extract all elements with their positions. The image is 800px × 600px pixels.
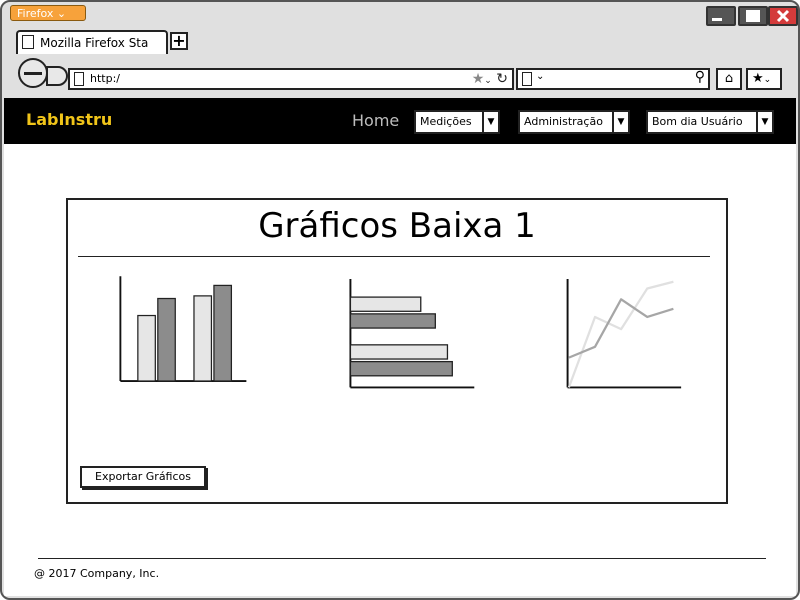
dropdown-label: Medições: [420, 115, 472, 128]
minimize-icon: [712, 18, 722, 21]
dropdown-label: Bom dia Usuário: [652, 115, 743, 128]
export-charts-button[interactable]: Exportar Gráficos: [80, 466, 206, 488]
back-arrow-icon: [24, 72, 42, 75]
nav-home-link[interactable]: Home: [352, 111, 399, 130]
bar: [137, 314, 156, 382]
bar: [349, 344, 449, 360]
tab-title: Mozilla Firefox Sta: [40, 36, 149, 50]
minimize-button[interactable]: [706, 6, 736, 26]
footer-divider: [38, 558, 766, 559]
maximize-icon: [746, 10, 760, 22]
plus-icon: +: [172, 31, 186, 50]
page-icon: [74, 72, 84, 86]
dropdown-label: Administração: [524, 115, 603, 128]
nav-dropdown-medicoes[interactable]: Medições ▼: [414, 110, 500, 134]
chevron-down-icon: ⌄: [763, 75, 772, 85]
line-chart: [566, 279, 682, 389]
dropdown-arrow-icon: ▼: [756, 112, 772, 132]
bar: [349, 313, 436, 329]
brand-logo[interactable]: LabInstru: [26, 110, 112, 129]
search-engine-icon[interactable]: [522, 72, 532, 86]
chevron-down-icon: ⌄: [56, 7, 67, 20]
horizontal-bar-chart: [349, 279, 475, 389]
search-bar[interactable]: ⌄ ⚲: [516, 68, 710, 90]
chevron-down-icon[interactable]: ⌄: [536, 71, 544, 82]
bar: [213, 284, 233, 382]
nav-dropdown-user[interactable]: Bom dia Usuário ▼: [646, 110, 774, 134]
bar: [193, 295, 213, 382]
address-bar[interactable]: http:/ ★⌄ ↻: [68, 68, 514, 90]
forward-button[interactable]: [46, 66, 68, 86]
bookmarks-icon: ★: [752, 71, 764, 86]
title-divider: [78, 256, 710, 257]
dropdown-arrow-icon: ▼: [482, 112, 498, 132]
firefox-menu-label: Firefox: [17, 7, 54, 20]
close-icon: [776, 9, 790, 23]
browser-tab[interactable]: Mozilla Firefox Sta: [16, 30, 168, 54]
url-tools: ★⌄ ↻: [472, 70, 508, 90]
browser-window: Firefox ⌄ Mozilla Firefox Sta + http:/ ★…: [0, 0, 800, 600]
page-content: LabInstru Home Medições ▼ Administração …: [4, 98, 796, 596]
back-button[interactable]: [18, 58, 48, 88]
bar: [157, 297, 176, 382]
home-button[interactable]: ⌂: [716, 68, 742, 90]
search-icon[interactable]: ⚲: [695, 69, 705, 85]
nav-dropdown-administracao[interactable]: Administração ▼: [518, 110, 630, 134]
star-icon[interactable]: ★: [472, 71, 485, 87]
new-tab-button[interactable]: +: [170, 32, 188, 50]
home-icon: ⌂: [724, 71, 734, 86]
title-bar: Firefox ⌄: [2, 2, 798, 32]
page-icon: [22, 35, 34, 49]
firefox-menu-button[interactable]: Firefox ⌄: [10, 5, 86, 21]
charts-panel: Gráficos Baixa 1 Exportar Gráficos: [66, 198, 728, 504]
maximize-button[interactable]: [738, 6, 768, 26]
chevron-down-icon[interactable]: ⌄: [484, 76, 492, 86]
dropdown-arrow-icon: ▼: [612, 112, 628, 132]
url-text: http:/: [90, 72, 120, 85]
vertical-bar-chart: [119, 276, 247, 382]
app-navbar: LabInstru Home Medições ▼ Administração …: [4, 98, 796, 144]
bookmarks-button[interactable]: ★⌄: [746, 68, 782, 90]
bar: [349, 360, 453, 377]
reload-icon[interactable]: ↻: [496, 71, 508, 87]
series-line: [567, 280, 674, 388]
panel-title: Gráficos Baixa 1: [258, 206, 536, 246]
close-button[interactable]: [768, 6, 798, 26]
footer-copyright: @ 2017 Company, Inc.: [34, 567, 160, 580]
bar: [349, 296, 422, 312]
